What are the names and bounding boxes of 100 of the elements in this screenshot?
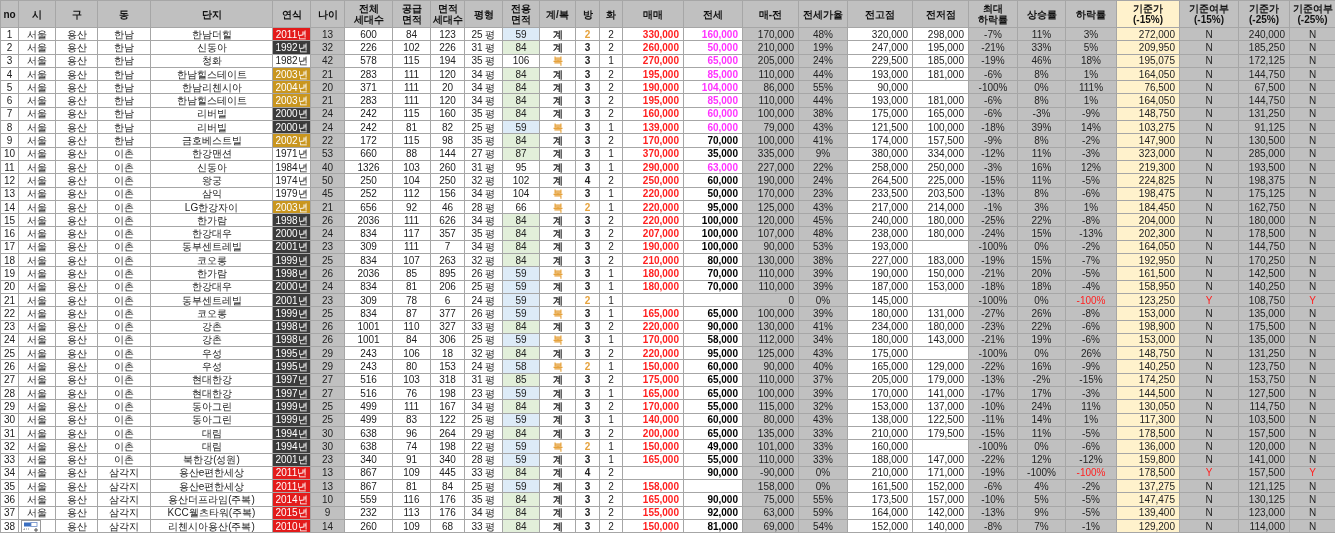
table-cell: 삼각지 xyxy=(97,506,151,520)
table-cell: 98 xyxy=(430,133,465,148)
column-header: no xyxy=(0,0,19,28)
table-cell: 용산 xyxy=(55,94,98,108)
table-cell: 2 xyxy=(575,200,600,214)
table-cell: 서울 xyxy=(18,133,56,148)
table-cell: 용산 xyxy=(55,266,98,281)
table-cell: 120 xyxy=(430,67,465,81)
table-cell: 380,000 xyxy=(847,147,913,161)
table-cell: 233,500 xyxy=(847,187,913,201)
table-cell: 100,000 xyxy=(683,240,743,254)
table-cell: 260,000 xyxy=(622,40,684,55)
table-cell: 170,000 xyxy=(847,386,913,400)
table-cell: 용산 xyxy=(55,173,98,188)
table-cell: 계 xyxy=(539,426,576,440)
table-cell: 137,000 xyxy=(912,399,969,414)
table-cell: 계 xyxy=(539,519,576,533)
table-cell: 180,000 xyxy=(912,213,969,227)
table-cell: 171,000 xyxy=(912,466,969,480)
table-cell: 175,000 xyxy=(847,107,913,121)
table-cell: 용산 xyxy=(55,200,98,214)
table-cell: 190,000 xyxy=(847,266,913,281)
table-cell: 3 xyxy=(575,80,600,94)
table-cell: 142,000 xyxy=(912,506,969,520)
table-cell: 2 xyxy=(599,107,623,121)
table-cell: 1 xyxy=(599,306,623,321)
table-cell: 183,000 xyxy=(912,253,969,267)
table-cell: 이촌 xyxy=(97,160,151,174)
table-cell: 1 xyxy=(599,386,623,400)
table-cell: 180,000 xyxy=(912,320,969,334)
table-cell: 18 xyxy=(0,253,19,267)
column-header: 공급 면적 xyxy=(392,0,431,28)
table-cell: 용산 xyxy=(55,492,98,507)
table-cell: 33 평 xyxy=(464,466,503,480)
column-header: 평형 xyxy=(464,0,503,28)
table-cell: 103 xyxy=(392,373,431,387)
table-cell: 122 xyxy=(430,413,465,427)
table-cell: 227,000 xyxy=(847,253,913,267)
table-cell: 226 xyxy=(430,40,465,55)
table-cell: 174,000 xyxy=(847,133,913,148)
table-cell: 600 xyxy=(344,27,393,41)
table-cell: 50,000 xyxy=(683,187,743,201)
table-cell: 한남힐스테이트 xyxy=(150,67,273,81)
table-cell: 서울 xyxy=(18,506,56,520)
table-cell: KCC웰츠타워(주복) xyxy=(150,506,273,520)
table-cell: 106 xyxy=(392,346,431,360)
table-cell: 2 xyxy=(599,240,623,254)
table-cell: 150,000 xyxy=(912,266,969,281)
table-cell: 35,000 xyxy=(683,147,743,161)
table-cell: 499 xyxy=(344,413,393,427)
table-cell: 60,000 xyxy=(683,120,743,134)
table-cell: 27 평 xyxy=(464,147,503,161)
table-cell: 복 xyxy=(539,266,576,281)
table-cell: 한남더힐 xyxy=(150,27,273,41)
table-cell: 181,000 xyxy=(912,67,969,81)
table-cell: 계 xyxy=(539,133,576,148)
table-cell: 용산 xyxy=(55,213,98,227)
table-cell: 3 xyxy=(0,54,19,68)
table-cell: 34 평 xyxy=(464,213,503,227)
table-cell: 6 xyxy=(430,293,465,307)
table-cell: 179,500 xyxy=(912,426,969,440)
table-cell: 145,000 xyxy=(847,293,913,307)
table-cell: 26 xyxy=(0,359,19,374)
table-cell: 170,000 xyxy=(622,133,684,148)
table-cell: 76 xyxy=(392,386,431,400)
table-cell: 34 평 xyxy=(464,399,503,414)
table-cell: 144 xyxy=(430,147,465,161)
table-cell: 205,000 xyxy=(847,373,913,387)
table-cell: 3 xyxy=(575,320,600,334)
table-cell: 330,000 xyxy=(622,27,684,41)
table-cell: 29 xyxy=(0,399,19,414)
table-cell: 220,000 xyxy=(622,187,684,201)
table-cell: 193,000 xyxy=(847,240,913,254)
table-cell: 3 xyxy=(575,453,600,467)
table-cell: 26 평 xyxy=(464,306,503,321)
table-cell: 4 xyxy=(575,173,600,188)
column-header: 전고점 xyxy=(847,0,913,28)
table-cell: 계 xyxy=(539,94,576,108)
table-cell: 264,500 xyxy=(847,173,913,188)
table-cell: 코오롱 xyxy=(150,306,273,321)
table-cell: 계 xyxy=(539,280,576,294)
table-cell: 서울 xyxy=(18,253,56,267)
table-cell: 22 xyxy=(0,306,19,321)
table-cell: 834 xyxy=(344,280,393,294)
table-cell: 1001 xyxy=(344,333,393,347)
paste-options-icon[interactable] xyxy=(21,520,41,533)
table-cell: 88 xyxy=(392,147,431,161)
table-cell: 309 xyxy=(344,240,393,254)
table-cell: 14 xyxy=(0,200,19,214)
table-cell: 용산 xyxy=(55,320,98,334)
table-cell: 서울 xyxy=(18,187,56,201)
table-cell: 2 xyxy=(599,346,623,360)
table-cell: 용산 xyxy=(55,67,98,81)
table-cell: 172 xyxy=(344,133,393,148)
column-header: 기준가 (-15%) xyxy=(1116,0,1180,28)
table-cell: 65,000 xyxy=(683,54,743,68)
column-header: 전용 면적 xyxy=(502,0,540,28)
table-cell: 3 xyxy=(575,147,600,161)
table-cell: 서울 xyxy=(18,439,56,453)
table-cell: 서울 xyxy=(18,27,56,41)
